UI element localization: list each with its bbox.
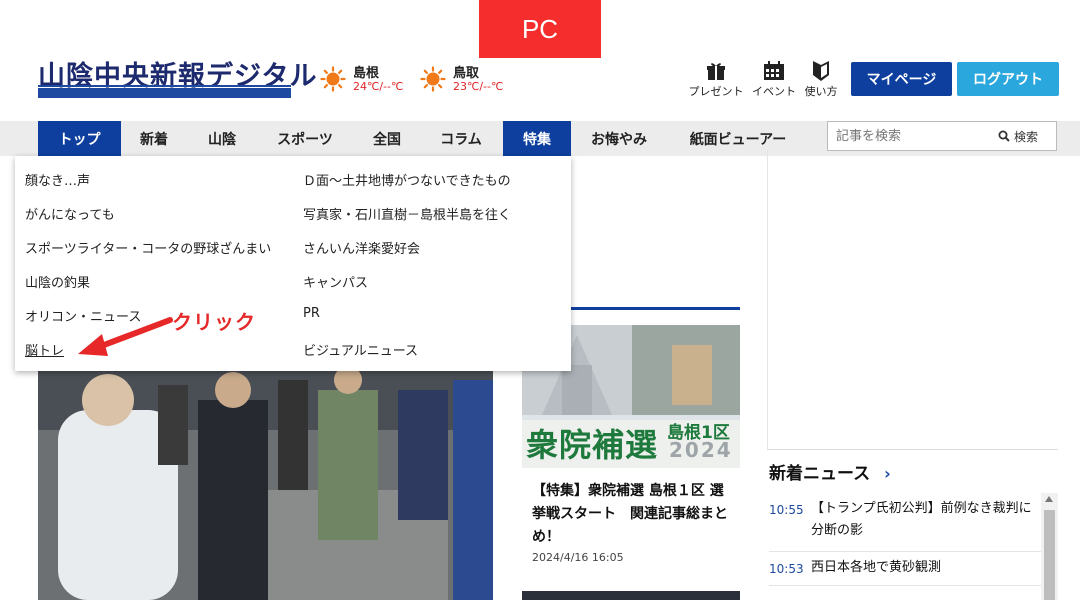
sun-icon xyxy=(320,66,346,92)
weather-city: 島根 xyxy=(353,66,380,81)
chevron-right-icon: › xyxy=(884,464,891,483)
news-item[interactable]: 10:55 【トランプ氏初公判】前例なき裁判に分断の影 xyxy=(769,493,1041,552)
dropdown-item[interactable]: スポーツライター・コータの野球ざんまい xyxy=(25,238,271,257)
crowd-photo-image xyxy=(38,370,493,600)
event-label: イベント xyxy=(752,85,796,98)
dropdown-item[interactable]: さんいん洋楽愛好会 xyxy=(303,238,420,257)
search-box: 検索 xyxy=(827,121,1057,151)
weather-temp: 24℃/--℃ xyxy=(353,80,404,93)
pc-badge: PC xyxy=(479,0,601,58)
logo-underline xyxy=(38,85,291,98)
news-item[interactable]: 10:53 西日本各地で黄砂観測 xyxy=(769,551,1041,586)
dropdown-item[interactable]: PR xyxy=(303,306,320,321)
present-link[interactable]: プレゼント xyxy=(688,61,744,99)
event-link[interactable]: イベント xyxy=(750,61,798,99)
nav-item-obituary[interactable]: お悔やみ xyxy=(578,121,660,156)
nav-item-top[interactable]: トップ xyxy=(38,121,121,156)
ad-area xyxy=(767,150,1058,450)
nav-item-national[interactable]: 全国 xyxy=(361,121,413,156)
news-time: 10:55 xyxy=(769,503,804,517)
sun-icon xyxy=(420,66,446,92)
news-text: 【トランプ氏初公判】前例なき裁判に分断の影 xyxy=(811,501,1032,538)
nav-item-sports[interactable]: スポーツ xyxy=(264,121,346,156)
dropdown-item[interactable]: Ｄ面～土井地博がつないできたもの xyxy=(303,170,511,189)
thumbnail-title: 衆院補選 xyxy=(526,426,659,464)
scroll-up-arrow-icon[interactable] xyxy=(1045,496,1053,502)
howto-link[interactable]: 使い方 xyxy=(802,61,840,99)
nav-item-feature[interactable]: 特集 xyxy=(503,121,571,156)
mypage-button[interactable]: マイページ xyxy=(851,62,952,96)
article-title[interactable]: 【特集】衆院補選 島根１区 選挙戦スタート 関連記事総まとめ！ xyxy=(532,480,732,549)
thumbnail-year: 2024 xyxy=(669,438,733,462)
dropdown-item[interactable]: 山陰の釣果 xyxy=(25,272,90,291)
logout-button[interactable]: ログアウト xyxy=(957,62,1059,96)
latest-news-heading[interactable]: 新着ニュース › xyxy=(769,459,891,484)
beginner-mark-icon xyxy=(813,61,829,81)
weather-temp: 23℃/--℃ xyxy=(453,80,504,93)
gift-icon xyxy=(707,63,725,80)
dropdown-item[interactable]: ビジュアルニュース xyxy=(303,340,418,359)
latest-news-title: 新着ニュース xyxy=(769,464,871,484)
search-button-label: 検索 xyxy=(1013,129,1038,144)
present-label: プレゼント xyxy=(688,85,744,98)
annotation-arrow-icon xyxy=(78,317,173,356)
dropdown-item[interactable]: 写真家・石川直樹－島根半島を往く xyxy=(303,204,511,223)
nav-item-column[interactable]: コラム xyxy=(428,121,494,156)
top-story-photo[interactable] xyxy=(38,370,493,600)
news-time: 10:53 xyxy=(769,562,804,576)
weather-shimane[interactable] xyxy=(320,66,346,96)
dropdown-item[interactable]: 顔なき…声 xyxy=(25,170,90,189)
nav-item-latest[interactable]: 新着 xyxy=(128,121,180,156)
nav-item-sanin[interactable]: 山陰 xyxy=(195,121,249,156)
howto-label: 使い方 xyxy=(804,85,838,98)
search-input[interactable] xyxy=(828,122,1004,150)
article-date: 2024/4/16 16:05 xyxy=(532,551,624,564)
dropdown-item[interactable]: がんになっても xyxy=(25,204,115,223)
news-text: 西日本各地で黄砂観測 xyxy=(811,560,942,575)
next-article-thumbnail[interactable] xyxy=(522,591,740,600)
search-button[interactable]: 検索 xyxy=(998,122,1038,150)
search-icon xyxy=(998,130,1010,142)
scroll-thumb[interactable] xyxy=(1044,510,1055,600)
annotation-label: クリック xyxy=(172,310,256,334)
dropdown-item[interactable]: キャンパス xyxy=(303,272,368,291)
weather-city: 鳥取 xyxy=(453,66,480,81)
calendar-icon xyxy=(764,61,784,80)
weather-tottori[interactable] xyxy=(420,66,446,96)
dropdown-item-brain-training[interactable]: 脳トレ xyxy=(25,340,64,359)
